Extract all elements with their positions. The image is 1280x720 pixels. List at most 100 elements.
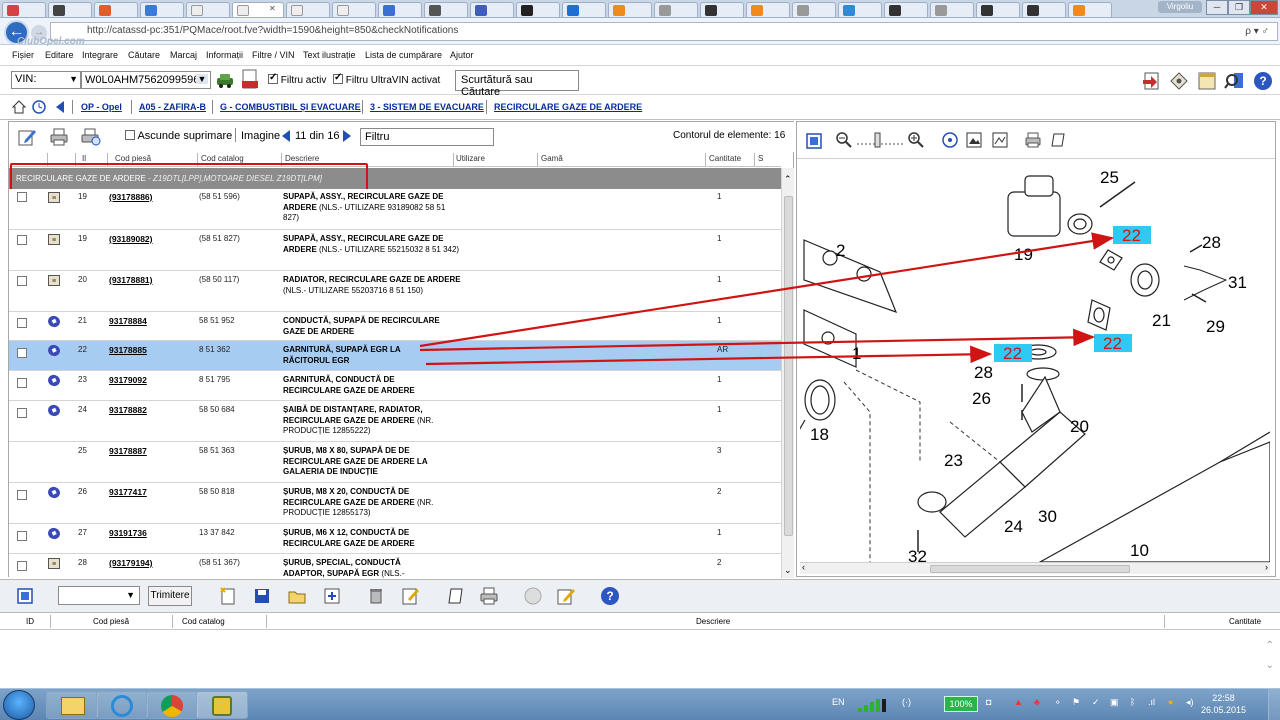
note-icon[interactable] [1049,131,1067,149]
previous-image-icon[interactable] [281,129,291,143]
save-icon[interactable] [252,586,272,606]
row-checkbox[interactable] [17,531,27,541]
callout-18[interactable]: 18 [810,425,829,444]
column-header-catalog-code[interactable]: Cod catalog [182,617,225,626]
menu-item-info[interactable]: Informații [206,50,243,60]
table-row[interactable]: ◆ 26 93177417 58 50 818 ȘURUB, M8 X 20, … [9,483,781,524]
tray-icon[interactable]: ▲ [1014,697,1023,707]
browser-tab[interactable] [186,2,230,17]
vin-input[interactable]: W0L0AHM7562099596 ▼ [81,71,211,89]
cell-part-code[interactable]: (93178886) [109,192,152,202]
column-header-s[interactable]: S [758,154,763,163]
language-indicator[interactable]: EN [832,697,845,707]
cell-part-code[interactable]: (93178881) [109,275,152,285]
volume-icon[interactable]: ◂) [1186,697,1194,708]
column-header-part-code[interactable]: Cod piesă [93,617,129,626]
app-taskbar-button[interactable] [196,691,248,719]
table-row[interactable]: ≡ 19 (93178886) (58 51 596) SUPAPĂ, ASSY… [9,189,781,230]
ie-taskbar-button[interactable] [96,691,148,719]
filter-active-checkbox[interactable]: Filtru activ [268,72,326,86]
scroll-right-icon[interactable]: › [1265,562,1268,572]
table-row[interactable]: ◆ 27 93191736 13 37 842 ȘURUB, M6 X 12, … [9,524,781,554]
callout-20[interactable]: 20 [1070,417,1089,436]
notebook-icon[interactable] [1196,70,1218,92]
column-header-range[interactable]: Gamă [541,154,563,163]
scroll-down-icon[interactable]: ⌄ [784,565,792,576]
browser-tab[interactable] [378,2,422,17]
callout-22[interactable]: 22 [1103,334,1122,353]
scroll-left-icon[interactable]: ‹ [802,562,805,572]
row-checkbox[interactable] [17,408,27,418]
row-checkbox[interactable] [17,561,27,571]
maximize-button[interactable]: ❐ [1228,0,1250,15]
browser-tab[interactable] [48,2,92,17]
send-button[interactable]: Trimitere [148,586,192,606]
menu-item-shopping-list[interactable]: Lista de cumpărare [365,50,442,60]
menu-item-file[interactable]: Fișier [12,50,34,60]
filter-input[interactable]: Filtru [360,128,494,146]
zoom-in-icon[interactable] [907,131,925,149]
menu-item-bookmark[interactable]: Marcaj [170,50,197,60]
delete-icon[interactable] [366,586,386,606]
menu-item-illustration-text[interactable]: Text ilustrație [303,50,356,60]
close-tab-icon[interactable]: ✕ [269,4,276,13]
image-list-icon[interactable] [965,131,983,149]
note-icon[interactable] [446,586,466,606]
browser-tab[interactable] [884,2,928,17]
cell-part-code[interactable]: 93177417 [109,487,147,497]
row-checkbox[interactable] [17,276,27,286]
signal-strength-icon[interactable] [856,697,892,713]
browser-tab[interactable] [838,2,882,17]
volume-bars-icon[interactable]: .ıl [1148,697,1155,707]
image-export-icon[interactable] [991,131,1009,149]
callout-1[interactable]: 1 [852,344,861,363]
action-center-icon[interactable]: ⚑ [1072,697,1080,708]
menu-item-edit[interactable]: Editare [45,50,74,60]
table-row[interactable]: ◆ 23 93179092 8 51 795 GARNITURĂ, CONDUC… [9,371,781,401]
column-header-quantity[interactable]: Cantitate [709,154,741,163]
system-clock[interactable]: 22:58 26.05.2015 [1201,692,1246,716]
browser-tab[interactable] [94,2,138,17]
menu-item-integration[interactable]: Integrare [82,50,118,60]
parts-list-scrollbar[interactable]: ⌃ ⌄ [781,168,794,578]
callout-29[interactable]: 29 [1206,317,1225,336]
browser-tab[interactable] [792,2,836,17]
column-header-description[interactable]: Descriere [285,154,319,163]
callout-28[interactable]: 28 [1202,233,1221,252]
breadcrumb-opel[interactable]: OP - Opel [81,102,122,112]
column-header-usage[interactable]: Utilizare [456,154,485,163]
zoom-out-icon[interactable] [835,131,853,149]
edit-list-icon[interactable] [400,586,420,606]
callout-30[interactable]: 30 [1038,507,1057,526]
cell-part-code[interactable]: (93179194) [109,558,152,568]
center-view-icon[interactable] [941,131,959,149]
browser-tab[interactable] [654,2,698,17]
back-arrow-icon[interactable] [54,100,66,114]
cell-part-code[interactable]: 93178887 [109,446,147,456]
row-checkbox[interactable] [17,348,27,358]
tray-icon[interactable]: ◘ [986,697,991,707]
callout-24[interactable]: 24 [1004,517,1023,536]
list-view-icon[interactable] [16,587,34,605]
battery-indicator[interactable]: 100% [944,696,978,712]
cell-part-code[interactable]: 93178882 [109,405,147,415]
search-book-icon[interactable] [1224,70,1246,92]
breadcrumb-egr[interactable]: RECIRCULARE GAZE DE ARDERE [494,102,642,112]
browser-tab[interactable] [1068,2,1112,17]
callout-25[interactable]: 25 [1100,168,1119,187]
breadcrumb-exhaust-system[interactable]: 3 - SISTEM DE EVACUARE [370,102,484,112]
tag-icon[interactable] [1168,70,1190,92]
callout-32[interactable]: 32 [908,547,927,562]
column-header-part-code[interactable]: Cod piesă [115,154,151,163]
pdf-document-icon[interactable] [240,69,260,91]
callout-19[interactable]: 19 [1014,245,1033,264]
export-icon[interactable] [1141,70,1163,92]
new-item-icon[interactable] [218,586,238,606]
edit-note-icon[interactable] [556,586,576,606]
callout-26[interactable]: 26 [972,389,991,408]
vin-select[interactable]: VIN: ▼ [11,71,81,89]
cell-part-code[interactable]: 93178885 [109,345,147,355]
history-clock-icon[interactable] [32,100,46,114]
browser-tab[interactable] [424,2,468,17]
browser-tab[interactable] [930,2,974,17]
